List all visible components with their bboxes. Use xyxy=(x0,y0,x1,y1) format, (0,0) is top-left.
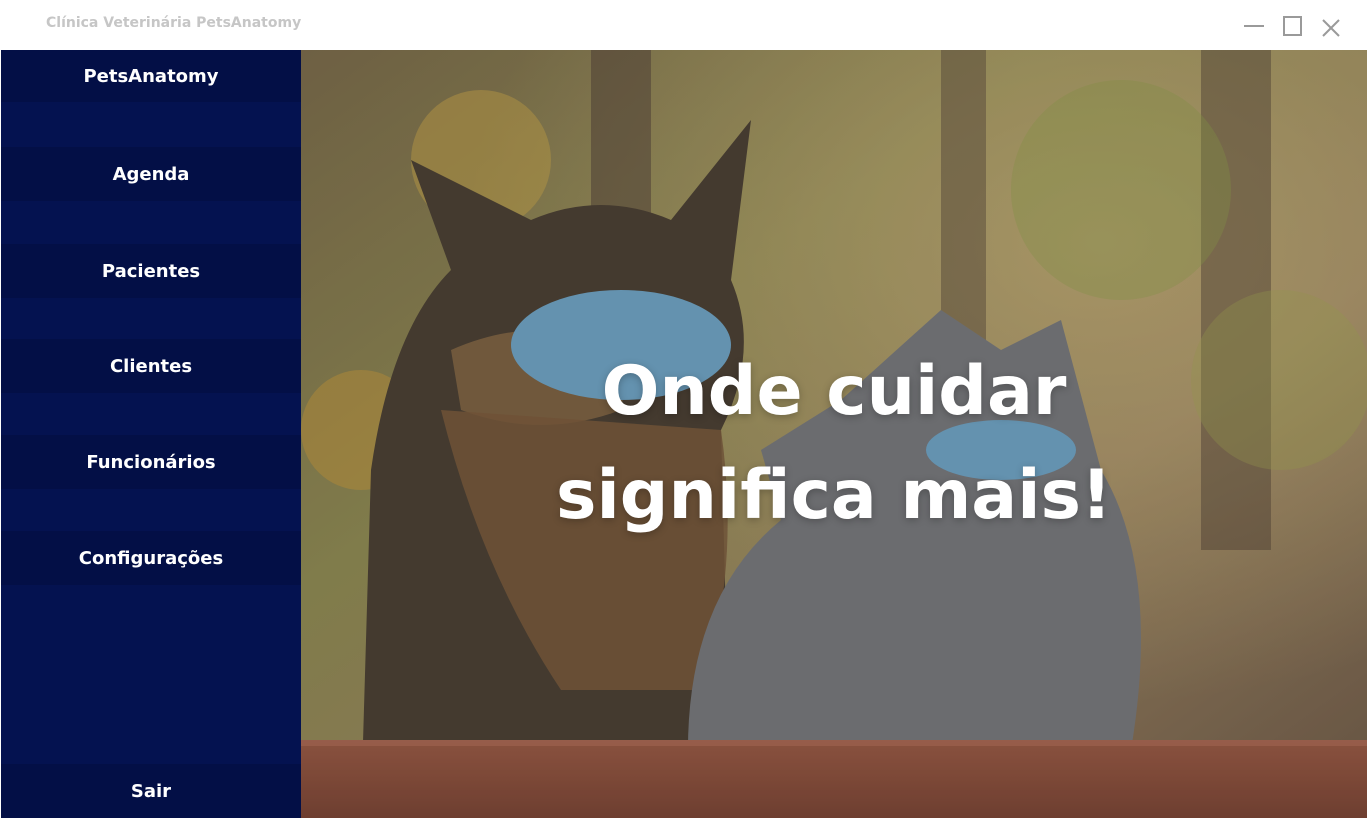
minimize-button[interactable] xyxy=(1236,8,1272,44)
minimize-icon xyxy=(1244,25,1264,27)
logout-label: Sair xyxy=(130,780,172,802)
sidebar-item-label: Agenda xyxy=(112,163,190,185)
maximize-icon xyxy=(1283,16,1302,36)
sidebar-item-label: Pacientes xyxy=(101,260,201,282)
sidebar-item-label: Funcionários xyxy=(86,451,216,473)
title-bar: Clínica Veterinária PetsAnatomy xyxy=(0,0,1367,50)
sidebar: PetsAnatomy Agenda Pacientes Clientes Fu… xyxy=(1,50,301,818)
close-button[interactable] xyxy=(1313,8,1349,44)
sidebar-item-label: Clientes xyxy=(109,355,193,377)
sidebar-brand[interactable]: PetsAnatomy xyxy=(1,50,301,102)
hero-headline: Onde cuidar significa mais! xyxy=(301,340,1367,548)
sidebar-item-pacientes[interactable]: Pacientes xyxy=(1,244,301,298)
hero-headline-line1: Onde cuidar xyxy=(601,352,1067,431)
sidebar-item-label: Configurações xyxy=(78,547,224,569)
window-title: Clínica Veterinária PetsAnatomy xyxy=(46,15,302,31)
logout-button[interactable]: Sair xyxy=(1,764,301,818)
sidebar-item-clientes[interactable]: Clientes xyxy=(1,339,301,393)
app-window: Clínica Veterinária PetsAnatomy PetsAnat… xyxy=(0,0,1367,819)
close-icon xyxy=(1322,19,1340,37)
hero-headline-line2: significa mais! xyxy=(556,456,1112,535)
sidebar-item-funcionarios[interactable]: Funcionários xyxy=(1,435,301,489)
maximize-button[interactable] xyxy=(1275,8,1311,44)
sidebar-item-agenda[interactable]: Agenda xyxy=(1,147,301,201)
sidebar-item-configuracoes[interactable]: Configurações xyxy=(1,531,301,585)
sidebar-brand-label: PetsAnatomy xyxy=(83,65,219,87)
hero-banner: Onde cuidar significa mais! xyxy=(301,50,1367,818)
